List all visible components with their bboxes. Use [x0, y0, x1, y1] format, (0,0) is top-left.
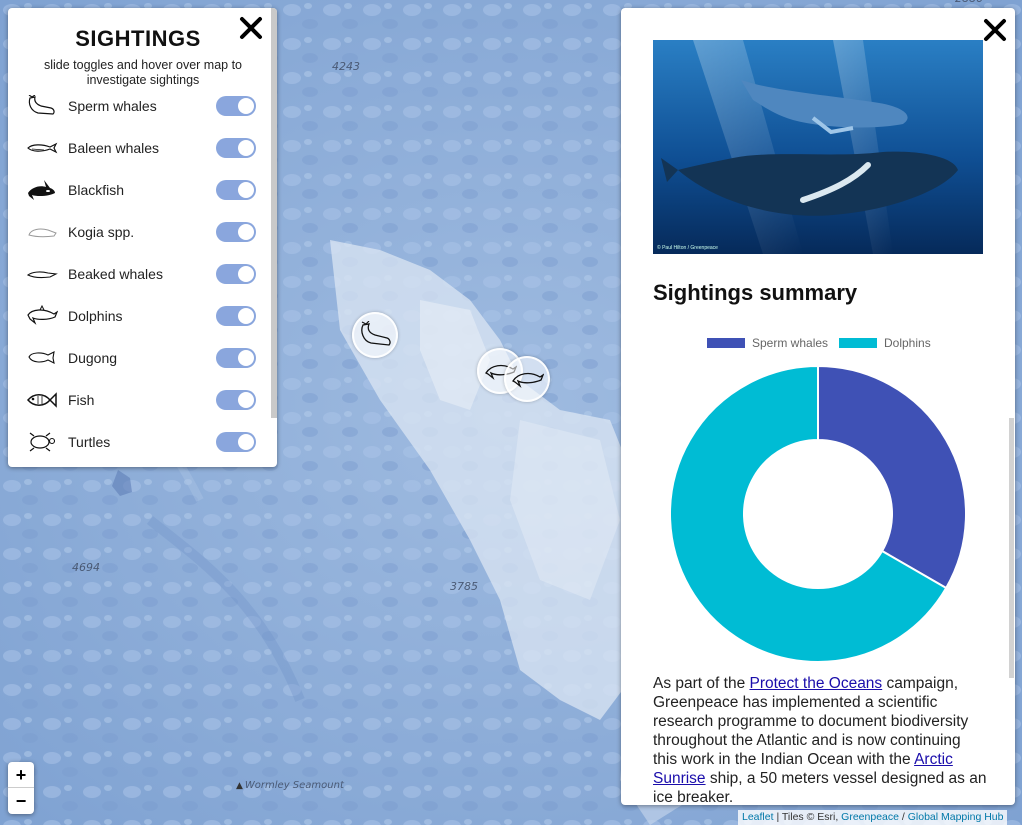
sighting-row-baleen-whales: Baleen whales — [26, 133, 256, 163]
photo-credit: © Paul Hilton / Greenpeace — [657, 245, 718, 251]
dugong-icon — [26, 347, 60, 369]
legend-label-sperm-whales: Sperm whales — [752, 336, 828, 350]
kogia-toggle[interactable] — [216, 222, 256, 242]
sightings-doughnut-chart[interactable]: Sperm whales Dolphins — [653, 328, 983, 668]
sighting-label: Sperm whales — [68, 98, 157, 114]
close-icon[interactable] — [981, 16, 1009, 44]
seamount-label: ▲ Wormley Seamount — [236, 780, 344, 791]
dolphin-icon — [512, 372, 544, 389]
sighting-row-beaked-whales: Beaked whales — [26, 259, 256, 289]
toggle-knob — [238, 308, 254, 324]
scrollbar[interactable] — [1009, 418, 1014, 678]
panel-title: SIGHTINGS — [75, 26, 201, 51]
sighting-row-kogia: Kogia spp. — [26, 217, 256, 247]
legend-label-dolphins: Dolphins — [884, 336, 931, 350]
sighting-row-blackfish: Blackfish — [26, 175, 256, 205]
blackfish-toggle[interactable] — [216, 180, 256, 200]
orca-icon — [26, 179, 60, 201]
sighting-label: Beaked whales — [68, 266, 163, 282]
global-mapping-hub-link[interactable]: Global Mapping Hub — [908, 811, 1004, 823]
legend-swatch-dolphins — [839, 338, 877, 348]
sperm-whale-icon — [26, 95, 60, 117]
depth-label: 3785 — [450, 580, 478, 593]
map-attribution: Leaflet | Tiles © Esri, Greenpeace / Glo… — [738, 810, 1008, 825]
seamount-triangle-icon: ▲ — [236, 781, 243, 791]
baleen-whales-toggle[interactable] — [216, 138, 256, 158]
zoom-in-button[interactable]: + — [8, 762, 34, 788]
sighting-label: Blackfish — [68, 182, 125, 198]
baleen-whale-icon — [26, 137, 60, 159]
depth-label: 4243 — [332, 60, 360, 73]
turtle-icon — [26, 431, 60, 453]
dolphin-icon — [26, 305, 60, 327]
summary-panel: © Paul Hilton / Greenpeace Sightings sum… — [621, 8, 1015, 805]
toggle-knob — [238, 392, 254, 408]
fish-toggle[interactable] — [216, 390, 256, 410]
dolphins-toggle[interactable] — [216, 306, 256, 326]
leaflet-link[interactable]: Leaflet — [742, 811, 774, 823]
dugong-toggle[interactable] — [216, 348, 256, 368]
chart-legend: Sperm whales Dolphins — [707, 336, 931, 350]
description-paragraph: As part of the Protect the Oceans campai… — [653, 675, 987, 805]
greenpeace-link[interactable]: Greenpeace — [841, 811, 899, 823]
sightings-panel: SIGHTINGS slide toggles and hover over m… — [8, 8, 277, 467]
panel-subtitle: slide toggles and hover over map to inve… — [43, 58, 243, 87]
sighting-row-dolphins: Dolphins — [26, 301, 256, 331]
toggle-knob — [238, 434, 254, 450]
legend-swatch-sperm-whales — [707, 338, 745, 348]
doughnut-slice-sperm-whales[interactable] — [817, 364, 967, 590]
toggle-knob — [238, 140, 254, 156]
beaked-whale-icon — [26, 263, 60, 285]
sighting-row-fish: Fish — [26, 385, 256, 415]
sighting-label: Dolphins — [68, 308, 123, 324]
depth-label: 4694 — [72, 561, 100, 574]
zoom-out-button[interactable]: − — [8, 788, 34, 814]
close-icon[interactable] — [237, 14, 265, 42]
sighting-row-sperm-whales: Sperm whales — [26, 91, 256, 121]
sperm-whales-toggle[interactable] — [216, 96, 256, 116]
sighting-label: Kogia spp. — [68, 224, 135, 240]
toggle-knob — [238, 266, 254, 282]
fish-icon — [26, 389, 60, 411]
sperm-whale-icon — [361, 321, 391, 346]
sighting-row-dugong: Dugong — [26, 343, 256, 373]
turtles-toggle[interactable] — [216, 432, 256, 452]
sighting-label: Baleen whales — [68, 140, 160, 156]
sighting-row-turtles: Turtles — [26, 427, 256, 457]
scrollbar[interactable] — [271, 8, 277, 418]
sighting-label: Dugong — [68, 350, 118, 366]
toggle-knob — [238, 182, 254, 198]
depth-label: 2886 — [955, 0, 983, 5]
zoom-control: + − — [8, 762, 34, 814]
whales-photo: © Paul Hilton / Greenpeace — [653, 40, 983, 254]
sighting-label: Turtles — [68, 434, 111, 450]
dolphin-sighting-marker[interactable] — [504, 356, 550, 402]
summary-heading: Sightings summary — [653, 280, 858, 305]
toggle-knob — [238, 98, 254, 114]
chart-slices — [669, 364, 967, 663]
kogia-icon — [26, 221, 60, 243]
toggle-knob — [238, 350, 254, 366]
beaked-whales-toggle[interactable] — [216, 264, 256, 284]
protect-the-oceans-link[interactable]: Protect the Oceans — [750, 675, 883, 692]
toggle-knob — [238, 224, 254, 240]
sperm-whale-sighting-marker[interactable] — [352, 312, 398, 358]
sighting-label: Fish — [68, 392, 95, 408]
